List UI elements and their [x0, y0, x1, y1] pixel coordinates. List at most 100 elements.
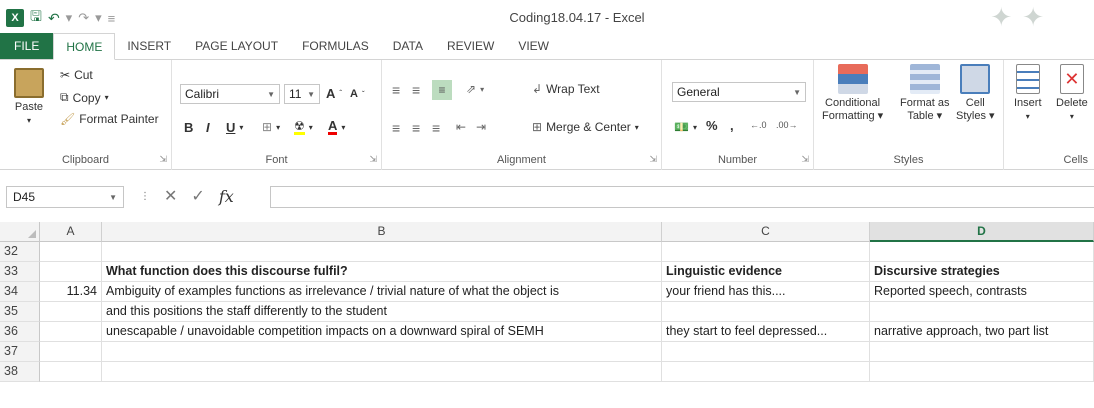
- align-left-icon[interactable]: ≡: [392, 120, 400, 136]
- copy-label: Copy: [72, 90, 101, 105]
- spreadsheet-grid: A B C D 32 33 What function does this di…: [0, 222, 1094, 382]
- copy-button[interactable]: ⧉ Copy ▾: [60, 90, 109, 105]
- decrease-indent-icon[interactable]: ⇤: [456, 120, 466, 134]
- comma-style-button[interactable]: ,: [730, 118, 734, 133]
- cell-c32[interactable]: [662, 242, 870, 262]
- insert-function-icon[interactable]: fx: [219, 187, 234, 206]
- cell-d37[interactable]: [870, 342, 1094, 362]
- percent-style-button[interactable]: %: [706, 118, 718, 133]
- chevron-down-icon[interactable]: ▼: [109, 193, 117, 202]
- row-header[interactable]: 33: [0, 262, 40, 282]
- delete-cells-button[interactable]: ✕ Delete ▾: [1056, 64, 1088, 123]
- column-header-b[interactable]: B: [102, 222, 662, 242]
- row-header[interactable]: 35: [0, 302, 40, 322]
- cell-c34[interactable]: your friend has this....: [662, 282, 870, 302]
- column-header-a[interactable]: A: [40, 222, 102, 242]
- formula-input[interactable]: [270, 186, 1094, 208]
- row-header[interactable]: 37: [0, 342, 40, 362]
- cut-button[interactable]: ✂ Cut: [60, 68, 93, 82]
- cell-c35[interactable]: [662, 302, 870, 322]
- format-painter-button[interactable]: 🖌 Format Painter: [60, 112, 159, 126]
- bold-button[interactable]: B: [184, 120, 193, 135]
- merge-center-button[interactable]: ⊞ Merge & Center ▾: [532, 120, 639, 134]
- wrap-text-button[interactable]: ↲ Wrap Text: [532, 82, 600, 96]
- column-header-c[interactable]: C: [662, 222, 870, 242]
- tab-file[interactable]: FILE: [0, 33, 54, 59]
- paste-dropdown-icon[interactable]: ▾: [27, 114, 31, 127]
- cell-d36[interactable]: narrative approach, two part list: [870, 322, 1094, 342]
- grow-font-button[interactable]: Aˆ: [326, 86, 342, 101]
- cell-d35[interactable]: [870, 302, 1094, 322]
- cell-b38[interactable]: [102, 362, 662, 382]
- tab-view[interactable]: VIEW: [506, 33, 561, 59]
- middle-align-icon[interactable]: ≡: [412, 82, 420, 98]
- shrink-font-button[interactable]: Aˇ: [350, 88, 365, 100]
- alignment-launcher-icon[interactable]: ⇲: [649, 154, 657, 165]
- font-name-dropdown[interactable]: Calibri ▼: [180, 84, 280, 104]
- paintbrush-icon: 🖌: [60, 112, 76, 126]
- align-center-icon[interactable]: ≡: [412, 120, 420, 136]
- conditional-formatting-button[interactable]: Conditional Formatting ▾: [822, 64, 883, 123]
- font-color-button[interactable]: A ▾: [328, 119, 345, 135]
- cell-a35[interactable]: [40, 302, 102, 322]
- increase-decimal-icon[interactable]: ←.0: [750, 120, 767, 130]
- cell-a34[interactable]: 11.34: [40, 282, 102, 302]
- row-header[interactable]: 36: [0, 322, 40, 342]
- cell-c38[interactable]: [662, 362, 870, 382]
- number-launcher-icon[interactable]: ⇲: [801, 154, 809, 165]
- copy-dropdown-icon[interactable]: ▾: [105, 93, 109, 102]
- cell-a33[interactable]: [40, 262, 102, 282]
- cell-d32[interactable]: [870, 242, 1094, 262]
- borders-button[interactable]: ⊞ ▾: [262, 120, 280, 134]
- select-all-corner[interactable]: [0, 222, 40, 242]
- insert-cells-button[interactable]: Insert ▾: [1014, 64, 1042, 123]
- enter-icon[interactable]: ✓: [191, 186, 204, 206]
- cell-d38[interactable]: [870, 362, 1094, 382]
- tab-formulas[interactable]: FORMULAS: [290, 33, 381, 59]
- tab-insert[interactable]: INSERT: [115, 33, 183, 59]
- cell-c33[interactable]: Linguistic evidence: [662, 262, 870, 282]
- font-size-dropdown[interactable]: 11 ▼: [284, 84, 320, 104]
- column-header-d[interactable]: D: [870, 222, 1094, 242]
- tab-page-layout[interactable]: PAGE LAYOUT: [183, 33, 290, 59]
- format-as-table-button[interactable]: Format as Table ▾: [900, 64, 950, 123]
- cell-b36[interactable]: unescapable / unavoidable competition im…: [102, 322, 662, 342]
- tab-data[interactable]: DATA: [381, 33, 435, 59]
- number-format-dropdown[interactable]: General ▼: [672, 82, 806, 102]
- underline-button[interactable]: U ▾: [226, 120, 243, 135]
- row-header[interactable]: 38: [0, 362, 40, 382]
- cell-a38[interactable]: [40, 362, 102, 382]
- row-header[interactable]: 34: [0, 282, 40, 302]
- cell-a37[interactable]: [40, 342, 102, 362]
- name-box[interactable]: D45 ▼: [6, 186, 124, 208]
- bold-icon: B: [184, 120, 194, 135]
- cell-c37[interactable]: [662, 342, 870, 362]
- cancel-icon[interactable]: ✕: [164, 186, 177, 206]
- cell-b32[interactable]: [102, 242, 662, 262]
- cell-d33[interactable]: Discursive strategies: [870, 262, 1094, 282]
- fill-color-button[interactable]: ☢ ▾: [294, 120, 313, 135]
- tab-review[interactable]: REVIEW: [435, 33, 506, 59]
- orientation-button[interactable]: ⇗ ▾: [466, 82, 484, 96]
- cell-b37[interactable]: [102, 342, 662, 362]
- paste-button[interactable]: Paste ▾: [14, 68, 44, 127]
- cell-styles-button[interactable]: Cell Styles ▾: [956, 64, 995, 123]
- cell-b33[interactable]: What function does this discourse fulfil…: [102, 262, 662, 282]
- cell-d34[interactable]: Reported speech, contrasts: [870, 282, 1094, 302]
- increase-indent-icon[interactable]: ⇥: [476, 120, 486, 134]
- bottom-align-icon[interactable]: ≡: [432, 80, 452, 100]
- cell-c36[interactable]: they start to feel depressed...: [662, 322, 870, 342]
- clipboard-launcher-icon[interactable]: ⇲: [159, 154, 167, 165]
- cell-b35[interactable]: and this positions the staff differently…: [102, 302, 662, 322]
- cell-a32[interactable]: [40, 242, 102, 262]
- decrease-decimal-icon[interactable]: .00→: [776, 120, 798, 130]
- tab-home[interactable]: HOME: [53, 33, 116, 60]
- top-align-icon[interactable]: ≡: [392, 82, 400, 98]
- cell-b34[interactable]: Ambiguity of examples functions as irrel…: [102, 282, 662, 302]
- row-header[interactable]: 32: [0, 242, 40, 262]
- italic-button[interactable]: I: [206, 120, 210, 135]
- font-launcher-icon[interactable]: ⇲: [369, 154, 377, 165]
- accounting-format-button[interactable]: 💵 ▾: [674, 120, 697, 134]
- align-right-icon[interactable]: ≡: [432, 120, 440, 136]
- cell-a36[interactable]: [40, 322, 102, 342]
